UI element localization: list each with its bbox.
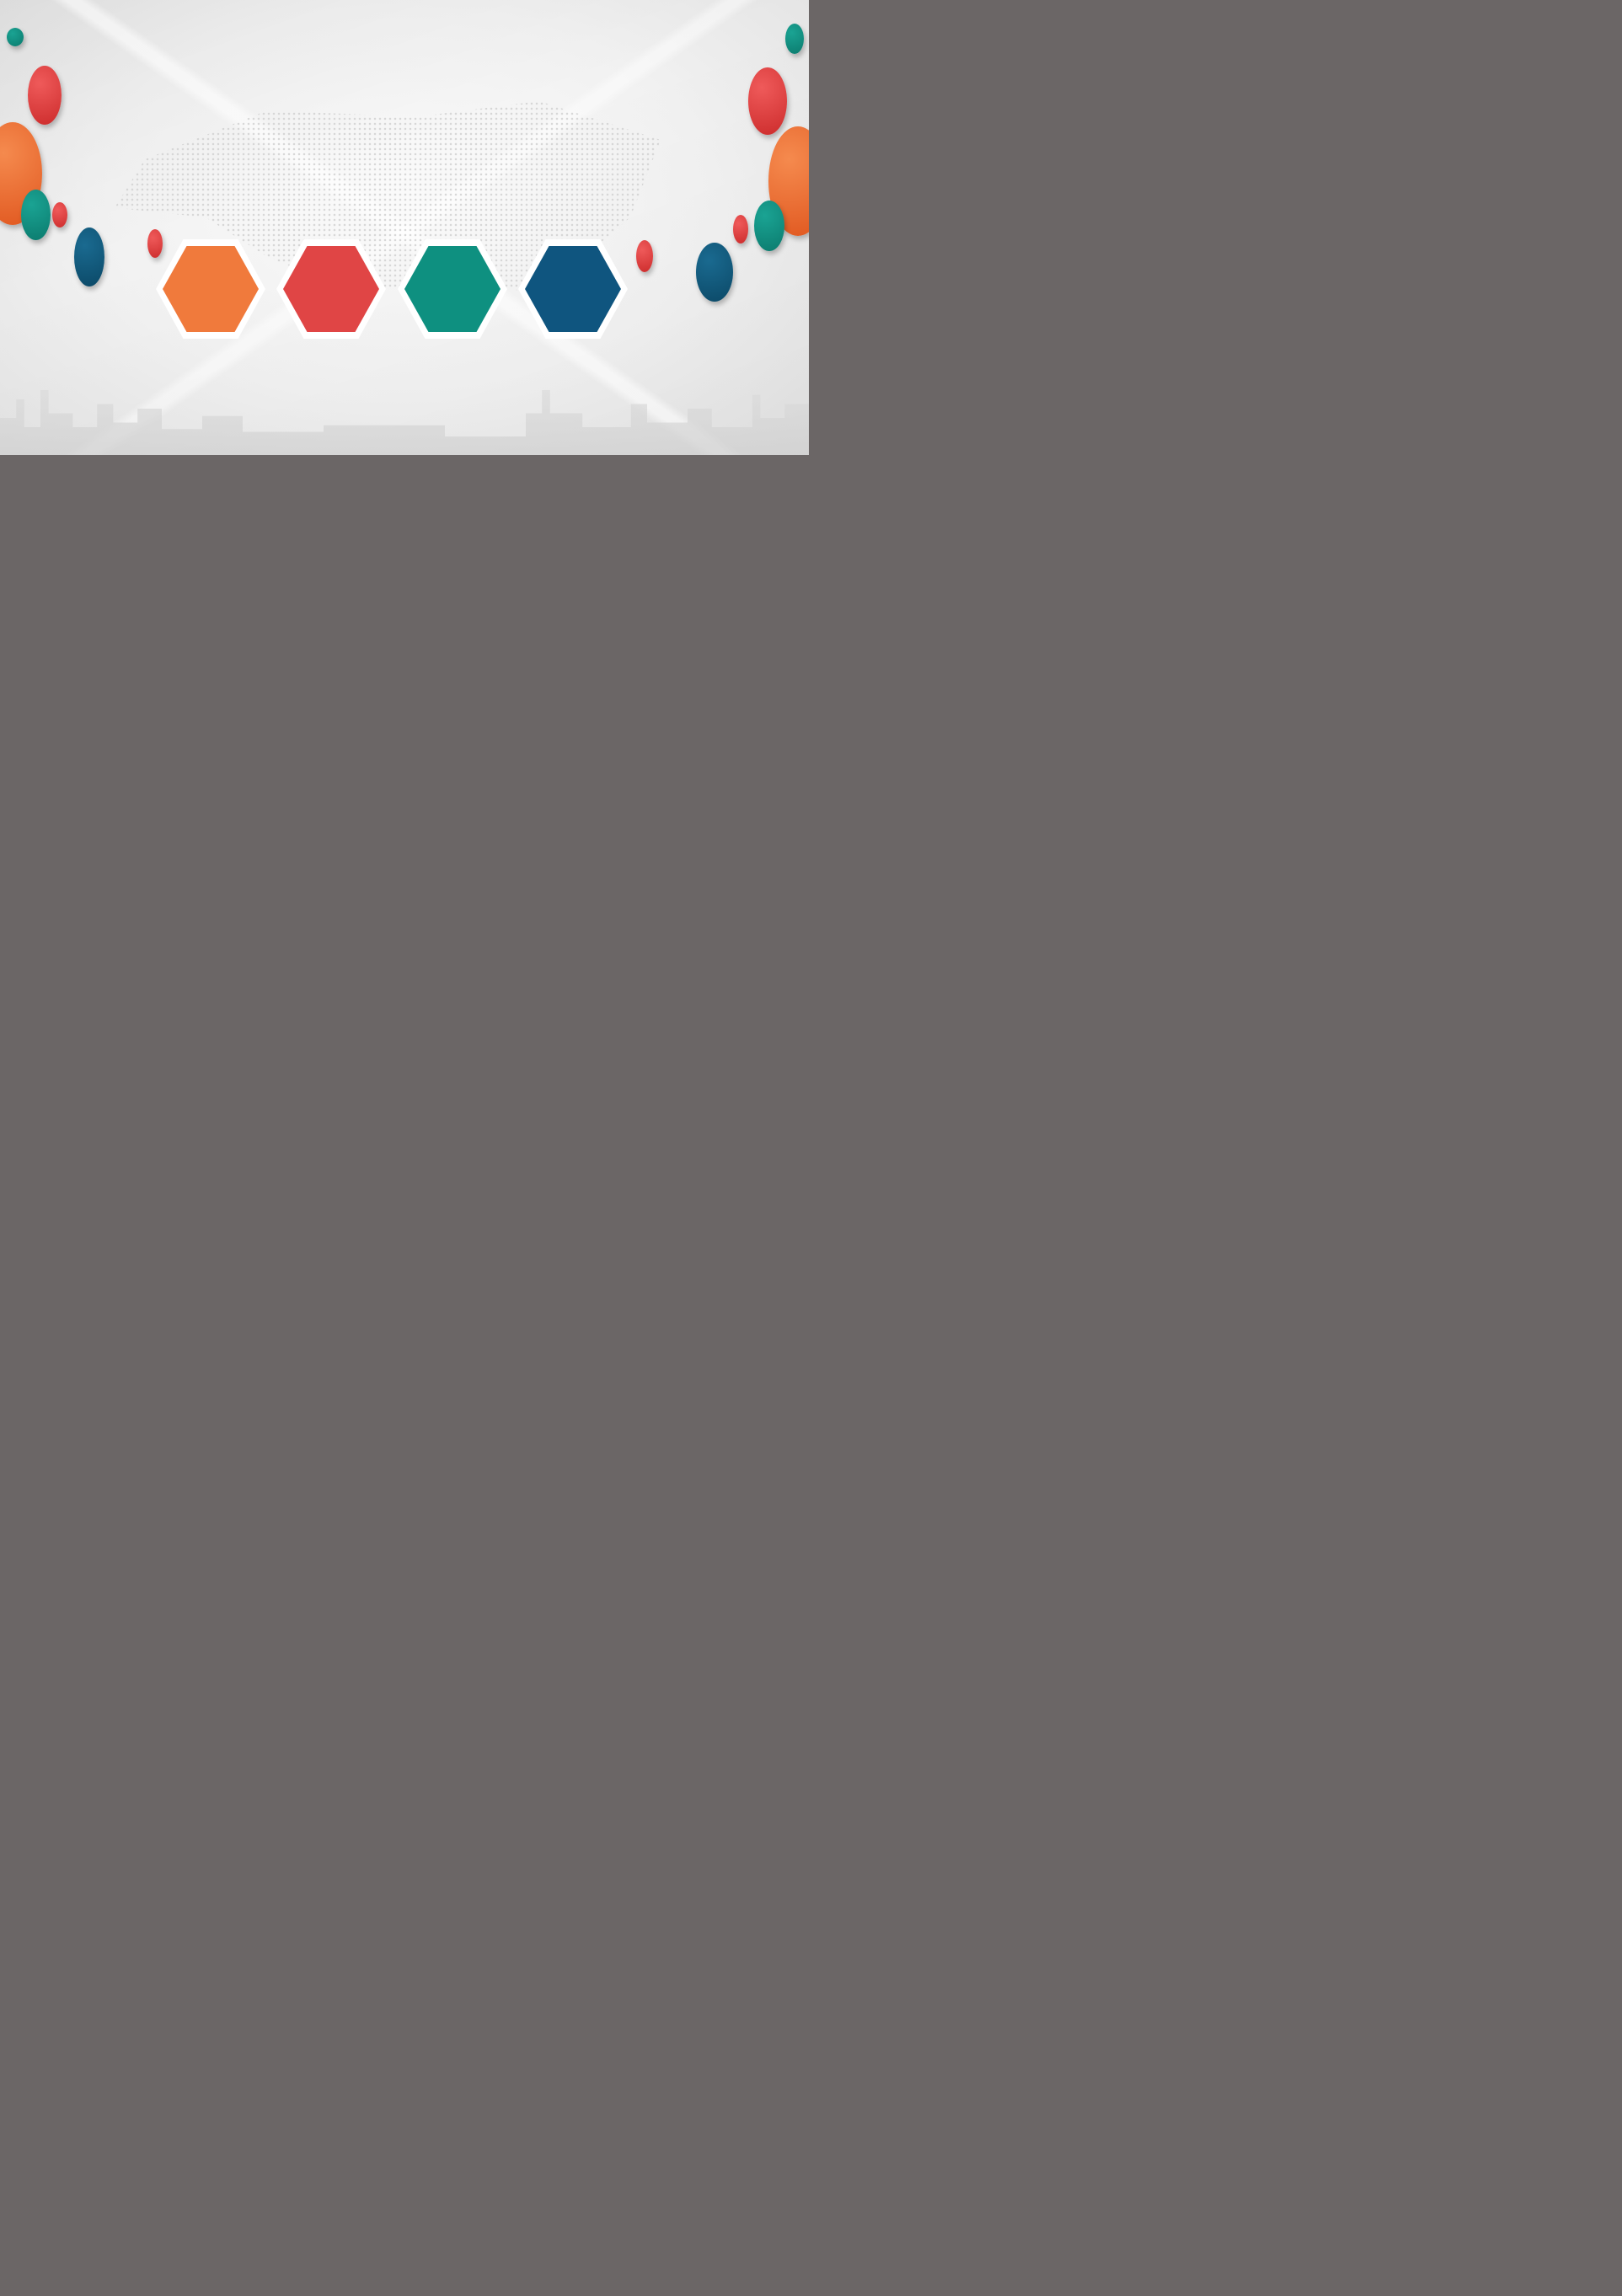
- decor-dot: [748, 67, 787, 135]
- decor-dot: [636, 240, 653, 272]
- title-char: [163, 246, 259, 332]
- city-skyline-graphic: [0, 390, 809, 455]
- decor-dot: [7, 28, 24, 46]
- decor-dot: [74, 227, 104, 286]
- title-char: [404, 246, 501, 332]
- slide-1-thumbnail[interactable]: [0, 0, 809, 455]
- decor-dot: [52, 202, 67, 227]
- slide-sorter-grid: [0, 0, 1622, 2296]
- title-char: [283, 246, 379, 332]
- decor-dot: [147, 229, 163, 258]
- decor-dot: [696, 243, 733, 302]
- decor-dot: [733, 215, 748, 244]
- decor-dot: [21, 190, 51, 240]
- title-hex-1: [156, 239, 265, 339]
- title-char: [525, 246, 621, 332]
- decor-dot: [754, 201, 784, 251]
- decor-dot: [785, 24, 804, 54]
- decor-dot: [28, 66, 62, 125]
